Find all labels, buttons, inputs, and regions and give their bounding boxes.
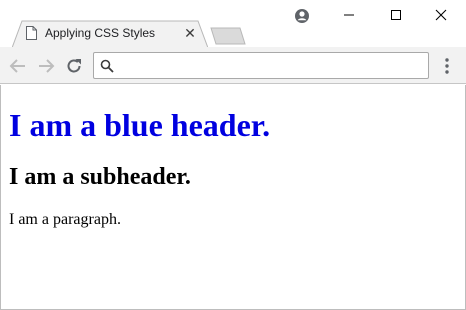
tab-close-icon[interactable]: ✕ (182, 25, 198, 41)
tab-title: Applying CSS Styles (45, 26, 156, 40)
browser-toolbar (0, 47, 466, 84)
close-icon[interactable] (430, 4, 452, 26)
account-icon[interactable] (291, 5, 313, 27)
subheader: I am a subheader. (9, 164, 191, 190)
minimize-icon[interactable] (338, 4, 360, 26)
search-icon (100, 59, 114, 73)
page-icon (26, 26, 37, 40)
forward-arrow-icon[interactable] (36, 56, 56, 76)
address-input[interactable] (120, 56, 420, 75)
active-tab[interactable]: Applying CSS Styles ✕ (12, 20, 208, 48)
blue-header: I am a blue header. (9, 107, 271, 143)
maximize-icon[interactable] (385, 4, 407, 26)
address-bar[interactable] (93, 52, 429, 79)
back-arrow-icon[interactable] (8, 56, 28, 76)
browser-title-bar: Applying CSS Styles ✕ (0, 0, 466, 48)
kebab-menu-icon[interactable] (438, 56, 456, 76)
page-viewport: I am a blue header. I am a subheader. I … (0, 85, 466, 310)
reload-icon[interactable] (64, 56, 84, 76)
paragraph: I am a paragraph. (9, 211, 121, 228)
new-tab-button[interactable] (210, 27, 246, 45)
